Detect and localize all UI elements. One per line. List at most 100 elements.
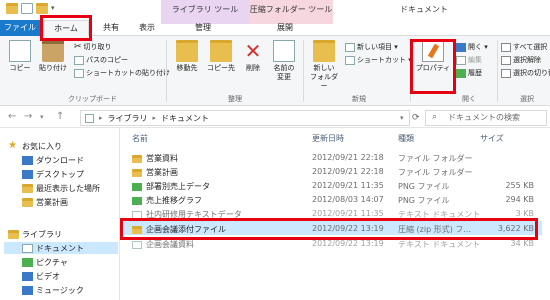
table-row[interactable]: 部署別売上データ 2012/09/21 11:35 PNG ファイル 255 K… [124, 178, 542, 192]
nav-label: お気に入り [22, 141, 62, 151]
library-icon [8, 229, 19, 239]
breadcrumb-chevron-icon[interactable]: ▸ [153, 114, 157, 122]
nav-label: ダウンロード [36, 155, 84, 165]
delete-label: 削除 [246, 64, 260, 72]
scissors-icon: ✂ [74, 42, 82, 52]
move-to-icon [176, 40, 198, 62]
file-date: 2012/08/03 14:07 [312, 195, 384, 204]
paste-icon [42, 40, 64, 62]
library-tools-label: ライブラリ ツール [171, 5, 239, 14]
shortcut-button[interactable]: ショートカット ▾ [345, 55, 412, 65]
nav-label: ドキュメント [36, 243, 84, 253]
rename-label-1: 名前の [273, 64, 295, 72]
new-folder-button[interactable]: 新しい フォルダー [307, 40, 341, 91]
properties-quick-icon[interactable] [21, 3, 33, 14]
copy-path-button[interactable]: パスのコピー [74, 55, 128, 65]
library-icon [85, 113, 94, 123]
pictures-icon [22, 257, 33, 267]
home-tab-highlight [40, 15, 92, 41]
breadcrumb-libraries[interactable]: ライブラリ [108, 113, 148, 124]
address-bar-row: ← → ▾ ↑ ▸ ライブラリ ▸ ドキュメント ▾ ⟳ ドキュメントの検索 ⌕ [0, 106, 550, 128]
breadcrumb-chevron-icon[interactable]: ▸ [99, 114, 103, 122]
folder-icon [132, 154, 142, 163]
file-size: 34 KB [510, 239, 534, 248]
nav-music[interactable]: ミュージック [22, 284, 84, 296]
address-bar[interactable]: ▸ ライブラリ ▸ ドキュメント [80, 110, 410, 126]
copy-path-label: パスのコピー [86, 56, 128, 64]
history-button[interactable]: 履歴 [456, 68, 482, 78]
copy-label: コピー [9, 64, 31, 72]
nav-downloads[interactable]: ダウンロード [22, 154, 84, 166]
invert-selection-label: 選択の切り替え [513, 69, 550, 77]
tab-view[interactable]: 表示 [129, 20, 165, 36]
back-arrow-icon[interactable]: ← [8, 111, 16, 122]
forward-arrow-icon[interactable]: → [24, 111, 32, 122]
search-input[interactable]: ドキュメントの検索 [425, 110, 547, 126]
file-type: ファイル フォルダー [398, 154, 473, 163]
cut-button[interactable]: ✂ 切り取り [74, 42, 112, 52]
paste-label: 貼り付け [39, 64, 67, 72]
paste-shortcut-button[interactable]: ショートカットの貼り付け [74, 68, 170, 78]
nav-documents[interactable]: ドキュメント [4, 242, 118, 254]
new-item-button[interactable]: 新しい項目 ▾ [345, 42, 398, 52]
tab-share[interactable]: 共有 [93, 20, 129, 36]
recent-chevron-icon[interactable]: ▾ [40, 113, 44, 121]
file-name-cell: 営業資料 [132, 153, 178, 164]
move-to-label: 移動先 [176, 64, 198, 72]
paste-shortcut-label: ショートカットの貼り付け [86, 69, 170, 77]
delete-button[interactable]: ✕ 削除 [240, 40, 266, 73]
address-dropdown-icon[interactable]: ▾ [400, 114, 404, 122]
select-group-label: 選択 [520, 95, 534, 103]
nav-desktop[interactable]: デスクトップ [22, 168, 84, 180]
select-all-button[interactable]: すべて選択 [501, 42, 547, 52]
nav-recent-places[interactable]: 最近表示した場所 [22, 182, 100, 194]
table-row[interactable]: 売上推移グラフ 2012/08/03 14:07 PNG ファイル 294 KB [124, 192, 542, 206]
new-folder-quick-icon[interactable] [36, 3, 48, 14]
nav-label: 最近表示した場所 [36, 183, 100, 193]
invert-selection-button[interactable]: 選択の切り替え [501, 68, 550, 78]
select-none-label: 選択解除 [513, 56, 541, 64]
paste-button[interactable]: 貼り付け [36, 40, 70, 73]
file-type: PNG ファイル [398, 182, 450, 191]
up-arrow-icon[interactable]: ↑ [56, 111, 64, 122]
copy-to-label: コピー先 [207, 64, 235, 72]
refresh-icon[interactable]: ⟳ [412, 113, 420, 123]
tab-manage[interactable]: 管理 [172, 20, 234, 36]
edit-icon [456, 55, 466, 65]
text-file-icon [132, 240, 142, 249]
table-row[interactable]: 営業資料 2012/09/21 22:18 ファイル フォルダー [124, 150, 542, 164]
select-none-button[interactable]: 選択解除 [501, 55, 541, 65]
tab-file[interactable]: ファイル [0, 20, 40, 36]
nav-videos[interactable]: ビデオ [22, 270, 60, 282]
open-button[interactable]: 開く ▾ [456, 42, 488, 52]
column-header-type[interactable]: 種類 [398, 133, 414, 144]
column-header-date[interactable]: 更新日時 [312, 133, 344, 144]
file-size: 3 KB [515, 209, 534, 218]
open-group-label: 開く [462, 95, 476, 103]
nav-label: デスクトップ [36, 169, 84, 179]
nav-sales-plan[interactable]: 営業計画 [22, 196, 68, 208]
file-date: 2012/09/21 22:18 [312, 153, 384, 162]
history-icon [456, 68, 466, 78]
table-row[interactable]: 営業計画 2012/09/21 22:18 ファイル フォルダー [124, 164, 542, 178]
column-header-size[interactable]: サイズ [480, 133, 504, 144]
copy-to-button[interactable]: コピー先 [205, 40, 237, 73]
move-to-button[interactable]: 移動先 [172, 40, 202, 73]
chevron-down-icon[interactable]: ▾ [51, 3, 55, 14]
quick-access-toolbar: ▾ [6, 3, 55, 14]
copy-button[interactable]: コピー [6, 40, 34, 73]
file-name: 営業資料 [146, 154, 178, 163]
nav-libraries[interactable]: ライブラリ [8, 228, 62, 240]
column-header-name[interactable]: 名前 [132, 133, 148, 144]
nav-pictures[interactable]: ピクチャ [22, 256, 68, 268]
explorer-folder-icon [6, 3, 18, 14]
select-all-icon [501, 42, 511, 52]
breadcrumb-documents[interactable]: ドキュメント [161, 113, 209, 124]
file-date: 2012/09/21 11:35 [312, 181, 384, 190]
rename-button[interactable]: 名前の 変更 [269, 40, 299, 82]
edit-button[interactable]: 編集 [456, 55, 482, 65]
file-type: PNG ファイル [398, 196, 450, 205]
tab-extract[interactable]: 展開 [254, 20, 316, 36]
select-all-label: すべて選択 [513, 43, 548, 51]
nav-favorites[interactable]: ★ お気に入り [8, 140, 62, 152]
